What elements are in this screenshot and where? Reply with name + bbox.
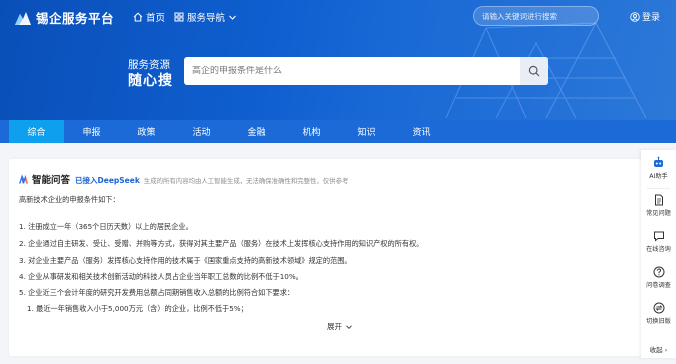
- hero-banner: 锡企服务平台 首页 服务导航 请输入关键词进行搜索 登录 服务资源 随心搜 高企…: [0, 0, 676, 120]
- chevron-down-icon: [346, 324, 352, 329]
- qa-header: 智能问答 已接入DeepSeek 生成的所有内容均由人工智能生成，无法确保准确性…: [18, 172, 348, 186]
- answer-subitem: 1. 最近一年销售收入小于5,000万元（含）的企业，比例不低于5%；: [27, 304, 248, 313]
- chevron-down-icon: [229, 15, 236, 20]
- question-icon: [653, 266, 664, 278]
- brand-name: 锡企服务平台: [36, 11, 115, 26]
- tab-news[interactable]: 资讯: [394, 120, 449, 143]
- switch-old-version-button[interactable]: 切换旧版: [641, 302, 676, 325]
- faq-button[interactable]: 常见问题: [641, 194, 676, 217]
- logo-icon: [15, 11, 31, 25]
- nav-services[interactable]: 服务导航: [174, 10, 240, 24]
- service-slogan: 随心搜: [128, 73, 173, 89]
- tab-knowledge[interactable]: 知识: [339, 120, 394, 143]
- nav-home-label: 首页: [146, 13, 166, 24]
- tab-activity[interactable]: 活动: [174, 120, 229, 143]
- answer-item: 2. 企业通过自主研发、受让、受赠、并购等方式，获得对其主要产品（服务）在技术上…: [19, 239, 424, 248]
- ai-assistant-label: AI助手: [649, 173, 668, 180]
- answer-item: 1. 注册成立一年（365个日历天数）以上的居民企业。: [19, 222, 193, 231]
- online-consult-button[interactable]: 在线咨询: [641, 230, 676, 253]
- floating-toolbar: AI助手 常见问题 在线咨询 问卷调查 切换旧版 收起 ›: [641, 150, 676, 358]
- login-label: 登录: [642, 13, 661, 23]
- switch-old-version-label: 切换旧版: [646, 318, 671, 325]
- tab-application[interactable]: 申报: [64, 120, 119, 143]
- top-search-box[interactable]: [473, 6, 599, 26]
- tab-comprehensive[interactable]: 综合: [9, 120, 64, 143]
- ai-assistant-button[interactable]: AI助手: [641, 156, 676, 180]
- answer-item: 4. 企业从事研发和相关技术创新活动的科技人员占企业当年职工总数的比例不低于10…: [19, 272, 303, 281]
- expand-button[interactable]: 展开: [327, 321, 353, 332]
- qa-title: 智能问答: [32, 175, 71, 186]
- collapse-button[interactable]: 收起 ›: [641, 344, 676, 354]
- main-search-input[interactable]: [184, 66, 514, 76]
- chat-bubble-icon: [653, 231, 664, 242]
- brand-logo[interactable]: 锡企服务平台: [14, 8, 114, 27]
- main-search-box: [184, 57, 548, 85]
- tab-institution[interactable]: 机构: [284, 120, 339, 143]
- faq-label: 常见问题: [646, 210, 671, 217]
- search-icon: [528, 65, 540, 77]
- document-icon: [654, 194, 663, 206]
- ai-disclaimer: 生成的所有内容均由人工智能生成，无法确保准确性和完整性，仅供参考: [143, 177, 349, 185]
- login-button[interactable]: 登录: [630, 10, 660, 23]
- nav-home[interactable]: 首页: [133, 10, 165, 24]
- grid-icon: [174, 12, 184, 22]
- home-icon: [133, 12, 143, 22]
- tab-policy[interactable]: 政策: [119, 120, 174, 143]
- answer-item: 5. 企业近三个会计年度的研究开发费用总额占同期销售收入总额的比例符合如下要求：: [19, 288, 295, 297]
- deepseek-badge: 已接入DeepSeek: [75, 176, 140, 185]
- answer-item: 3. 对企业主要产品（服务）发挥核心支持作用的技术属于《国家重点支持的高新技术领…: [19, 256, 352, 265]
- category-tabs: 综合 申报 政策 活动 金融 机构 知识 资讯: [0, 120, 676, 143]
- qa-card: 智能问答 已接入DeepSeek 生成的所有内容均由人工智能生成，无法确保准确性…: [9, 159, 641, 356]
- switch-icon: [653, 302, 664, 314]
- top-bar: 锡企服务平台 首页 服务导航 请输入关键词进行搜索 登录: [0, 0, 676, 34]
- user-icon: [630, 11, 640, 22]
- online-consult-label: 在线咨询: [646, 246, 671, 253]
- robot-icon: [654, 156, 663, 167]
- nav-services-label: 服务导航: [187, 13, 226, 24]
- tab-finance[interactable]: 金融: [229, 120, 284, 143]
- ai-logo-icon: [19, 174, 28, 184]
- survey-button[interactable]: 问卷调查: [641, 266, 676, 289]
- survey-label: 问卷调查: [646, 282, 671, 289]
- divider: [647, 188, 670, 189]
- expand-label: 展开: [327, 322, 342, 331]
- answer-intro: 高新技术企业的申报条件如下：: [19, 195, 120, 204]
- search-button[interactable]: [520, 57, 548, 85]
- top-search-input[interactable]: [474, 11, 574, 21]
